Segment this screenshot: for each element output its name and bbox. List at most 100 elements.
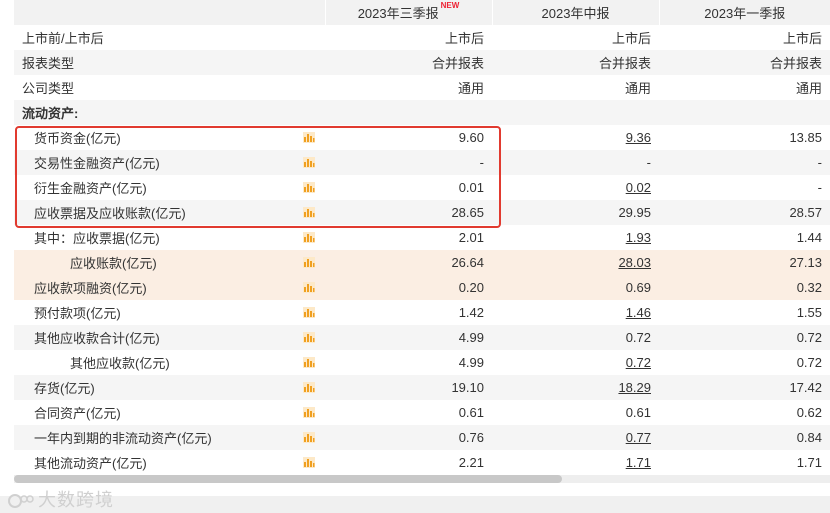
bar-chart-icon[interactable] [303,282,315,293]
bar-chart-icon[interactable] [303,157,315,168]
cell-h1-link[interactable]: 28.03 [618,255,651,270]
cell-h1-link[interactable]: 0.02 [626,180,651,195]
table-row: 合同资产(亿元) 0.61 0.61 0.62 [14,400,830,425]
bar-chart-icon[interactable] [303,407,315,418]
new-badge: NEW [440,1,460,10]
row-label: 衍生金融资产(亿元) [34,181,147,196]
header-2023-q3[interactable]: 2023年三季报NEW [324,0,492,25]
horizontal-scrollbar[interactable] [14,475,830,483]
bar-chart-icon[interactable] [303,382,315,393]
cell-q3: 2.21 [458,455,484,470]
cell-q1: - [659,150,830,175]
cell-h1[interactable]: 18.29 [492,375,659,400]
cell-h1[interactable]: 1.93 [492,225,659,250]
cell-h1: 合并报表 [492,50,659,75]
table-row: 报表类型 合并报表 合并报表 合并报表 [14,50,830,75]
cell-h1[interactable]: 28.03 [492,250,659,275]
row-label-cell: 应收款项融资(亿元) [14,275,325,300]
table-row: 上市前/上市后 上市后 上市后 上市后 [14,25,830,50]
row-label-cell: 衍生金融资产(亿元) [14,175,325,200]
row-label: 上市前/上市后 [22,31,104,46]
cell-h1-link[interactable]: 1.93 [626,230,651,245]
bar-chart-icon[interactable] [303,357,315,368]
row-label: 合同资产(亿元) [34,406,121,421]
bar-chart-icon[interactable] [303,232,315,243]
cell-q3: 9.60 [458,130,484,145]
row-label: 交易性金融资产(亿元) [34,156,160,171]
cell-q3: 4.99 [458,355,484,370]
header-2023-q1[interactable]: 2023年一季报 [658,0,830,25]
row-label: 报表类型 [14,50,325,75]
cell-h1-link[interactable]: 0.72 [626,355,651,370]
financial-table-container: 2023年三季报NEW 2023年中报 2023年一季报 上市前/上市后 上市后… [14,0,830,475]
cell-q3: 28.65 [325,200,492,225]
row-label-cell: 货币资金(亿元) [14,125,325,150]
row-label-cell: 交易性金融资产(亿元) [14,150,325,175]
cell-h1[interactable]: 1.46 [492,300,659,325]
cell-h1-link[interactable]: 1.46 [626,305,651,320]
table-header-row: 2023年三季报NEW 2023年中报 2023年一季报 [14,0,830,25]
table-row: 预付款项(亿元) 1.42 1.46 1.55 [14,300,830,325]
cell-q1: 1.44 [796,230,822,245]
cell-h1[interactable]: 0.77 [492,425,659,450]
cell-q1: 合并报表 [659,50,830,75]
cell-h1: 上市后 [611,31,651,46]
table-row: 其他应收款合计(亿元) 4.99 0.72 0.72 [14,325,830,350]
bar-chart-icon[interactable] [303,332,315,343]
row-label: 其他应收款(亿元) [70,356,170,371]
bar-chart-icon[interactable] [303,257,315,268]
cell-q1: 17.42 [659,375,830,400]
bar-chart-icon[interactable] [303,307,315,318]
cell-q3 [325,100,492,125]
cell-h1: 0.72 [492,325,659,350]
row-label-cell: 应收账款(亿元) [14,250,325,275]
row-label: 一年内到期的非流动资产(亿元) [34,431,212,446]
cell-h1-link[interactable]: 0.77 [626,430,651,445]
cell-h1[interactable]: 0.02 [492,175,659,200]
table-row: 其他流动资产(亿元) 2.21 1.71 1.71 [14,450,830,475]
row-label: 应收票据及应收账款(亿元) [34,206,186,221]
balance-sheet-table: 2023年三季报NEW 2023年中报 2023年一季报 上市前/上市后 上市后… [14,0,830,475]
cell-q1: 27.13 [659,250,830,275]
cell-h1 [492,100,659,125]
section-header-row: 流动资产: [14,100,830,125]
cell-h1-link[interactable]: 1.71 [626,455,651,470]
table-row: 存货(亿元) 19.10 18.29 17.42 [14,375,830,400]
cell-q1: 0.32 [659,275,830,300]
cell-q3: 0.61 [458,405,484,420]
bar-chart-icon[interactable] [303,207,315,218]
cell-q1: 1.71 [796,455,822,470]
row-label: 应收账款(亿元) [70,256,157,271]
bar-chart-icon[interactable] [303,182,315,193]
bar-chart-icon[interactable] [303,432,315,443]
cell-h1-link[interactable]: 9.36 [626,130,651,145]
cell-h1-link[interactable]: 18.29 [618,380,651,395]
table-row: 衍生金融资产(亿元) 0.01 0.02 - [14,175,830,200]
header-2023-h1[interactable]: 2023年中报 [491,0,659,25]
row-label: 应收款项融资(亿元) [34,281,147,296]
table-row: 其他应收款(亿元) 4.99 0.72 0.72 [14,350,830,375]
bar-chart-icon[interactable] [303,457,315,468]
row-label: 预付款项(亿元) [34,306,121,321]
cell-q1: 0.84 [659,425,830,450]
table-row: 应收票据及应收账款(亿元) 28.65 29.95 28.57 [14,200,830,225]
table-row-highlighted: 应收账款(亿元) 26.64 28.03 27.13 [14,250,830,275]
row-label-cell: 预付款项(亿元) [14,300,325,325]
scrollbar-thumb[interactable] [14,475,562,483]
cell-q3: 0.01 [458,180,484,195]
row-label: 存货(亿元) [34,381,95,396]
cell-h1[interactable]: 9.36 [492,125,659,150]
cell-q3: - [325,150,492,175]
cell-q3: 4.99 [325,325,492,350]
row-label-cell: 一年内到期的非流动资产(亿元) [14,425,325,450]
cell-q3: 19.10 [325,375,492,400]
cell-q1: 通用 [795,81,822,96]
cell-h1: 0.61 [625,405,651,420]
cell-h1: - [492,150,659,175]
cell-h1[interactable]: 0.72 [492,350,659,375]
table-row: 货币资金(亿元) 9.60 9.36 13.85 [14,125,830,150]
table-row-highlighted: 应收款项融资(亿元) 0.20 0.69 0.32 [14,275,830,300]
bar-chart-icon[interactable] [303,132,315,143]
cell-h1[interactable]: 1.71 [492,450,659,475]
cell-q1: 13.85 [789,130,822,145]
